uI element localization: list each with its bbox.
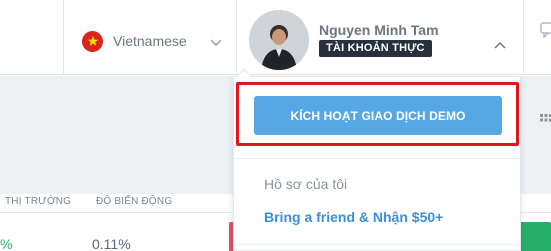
menu-item-bring-a-friend[interactable]: Bring a friend & Nhận $50+: [264, 209, 443, 225]
menu-item-my-profile[interactable]: Hồ sơ của tôi: [264, 176, 347, 192]
activate-demo-button[interactable]: KÍCH HOẠT GIAO DỊCH DEMO: [254, 96, 502, 135]
dropdown-divider: [234, 244, 520, 245]
volatility-value-cell: 0.11%: [92, 236, 131, 251]
top-header: Vietnamese Nguyen Minh Tam TÀI KHOẢN THỰ…: [0, 0, 551, 75]
dropdown-divider: [234, 158, 520, 159]
column-header-change: ĐỘ BIẾN ĐỘNG: [96, 196, 173, 207]
chevron-down-icon[interactable]: [210, 34, 222, 52]
account-type-badge: TÀI KHOẢN THỰC: [319, 40, 432, 57]
header-divider: [236, 0, 237, 75]
buy-button-edge[interactable]: [521, 222, 551, 251]
grid-icon[interactable]: [540, 113, 551, 131]
chat-icon[interactable]: [540, 22, 551, 43]
header-divider: [63, 0, 64, 75]
profile-name: Nguyen Minh Tam: [319, 22, 439, 38]
change-percent-cell: %: [0, 236, 13, 251]
chevron-up-icon[interactable]: [494, 36, 506, 54]
column-header-market: THỊ TRƯỜNG: [5, 196, 72, 207]
header-divider: [523, 0, 524, 75]
language-label: Vietnamese: [113, 33, 187, 49]
language-selector[interactable]: Vietnamese: [82, 30, 187, 52]
vietnam-flag-icon: [82, 30, 103, 52]
avatar[interactable]: [249, 10, 309, 70]
